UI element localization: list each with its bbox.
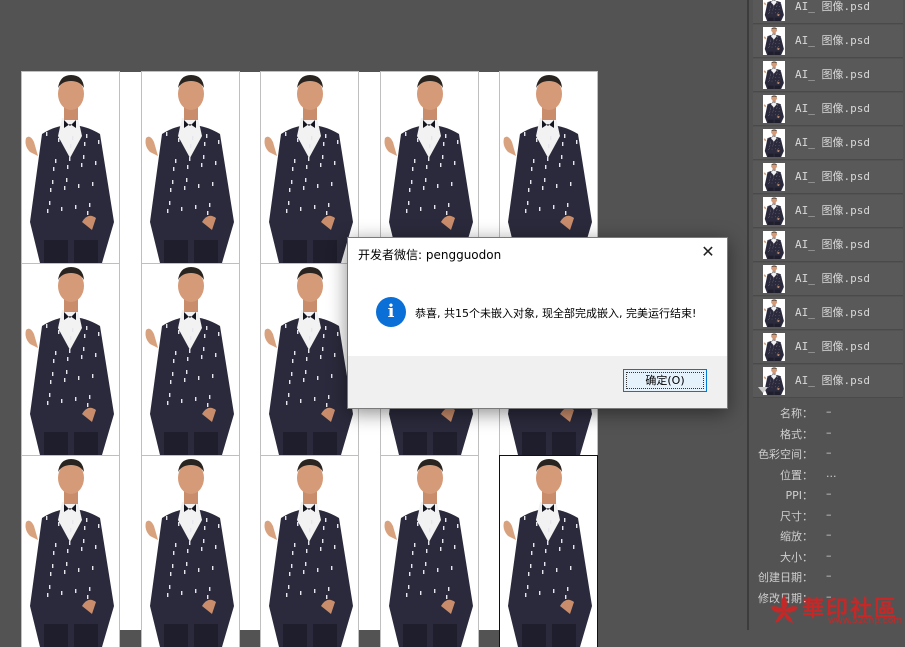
image-thumbnail[interactable] xyxy=(261,72,358,263)
image-thumbnail[interactable] xyxy=(22,264,119,455)
flower-logo-icon xyxy=(766,593,802,627)
info-value: – xyxy=(826,549,832,562)
layer-name: AI_ 图像.psd xyxy=(795,304,870,320)
image-thumbnail[interactable] xyxy=(500,72,597,263)
info-icon: i xyxy=(376,297,406,327)
info-key: 缩放： xyxy=(780,528,813,544)
info-value: – xyxy=(826,487,832,500)
info-row: 色彩空间：– xyxy=(750,443,905,464)
layer-name: AI_ 图像.psd xyxy=(795,236,870,252)
ok-button[interactable]: 确定(O) xyxy=(623,369,707,392)
info-key: PPI： xyxy=(785,487,813,503)
layer-list: AI_ 图像.psd AI_ 图像.psd AI_ 图像.psd AI_ 图像.psd… xyxy=(753,0,903,399)
layer-thumbnail xyxy=(763,27,785,55)
layer-thumbnail xyxy=(763,129,785,157)
layer-thumbnail xyxy=(763,95,785,123)
info-value: – xyxy=(826,508,832,521)
layer-name: AI_ 图像.psd xyxy=(795,66,870,82)
watermark-url: www.52cnp.com xyxy=(828,616,902,626)
layer-name: AI_ 图像.psd xyxy=(795,134,870,150)
info-row: 格式：– xyxy=(750,423,905,444)
layer-row[interactable]: AI_ 图像.psd xyxy=(753,263,903,296)
layer-row[interactable]: AI_ 图像.psd xyxy=(753,59,903,92)
layer-name: AI_ 图像.psd xyxy=(795,168,870,184)
layer-thumbnail xyxy=(763,299,785,327)
layer-name: AI_ 图像.psd xyxy=(795,0,870,14)
info-value: – xyxy=(826,426,832,439)
info-value: – xyxy=(826,528,832,541)
info-key: 格式： xyxy=(780,426,813,442)
layer-thumbnail xyxy=(763,61,785,89)
layer-row[interactable]: AI_ 图像.psd xyxy=(753,161,903,194)
image-thumbnail[interactable] xyxy=(142,72,239,263)
info-row: 名称：– xyxy=(750,402,905,423)
info-row: 大小：– xyxy=(750,546,905,567)
layer-name: AI_ 图像.psd xyxy=(795,372,870,388)
layer-name: AI_ 图像.psd xyxy=(795,100,870,116)
image-thumbnail[interactable] xyxy=(500,456,597,647)
message-dialog: 开发者微信: pengguodon ✕ i 恭喜, 共15个未嵌入对象, 现全部… xyxy=(347,237,728,409)
layer-thumbnail xyxy=(763,0,785,21)
properties-panel: 名称：–格式：–色彩空间：–位置：...PPI：–尺寸：–缩放：–大小：–创建日… xyxy=(750,402,905,607)
image-thumbnail[interactable] xyxy=(261,456,358,647)
layer-row[interactable]: AI_ 图像.psd xyxy=(753,195,903,228)
layer-thumbnail xyxy=(763,333,785,361)
image-thumbnail[interactable] xyxy=(22,456,119,647)
layer-name: AI_ 图像.psd xyxy=(795,338,870,354)
layer-row[interactable]: AI_ 图像.psd xyxy=(753,25,903,58)
layer-thumbnail xyxy=(763,163,785,191)
info-key: 位置： xyxy=(780,467,813,483)
layer-name: AI_ 图像.psd xyxy=(795,32,870,48)
image-thumbnail[interactable] xyxy=(22,72,119,263)
image-thumbnail[interactable] xyxy=(261,264,358,455)
image-thumbnail[interactable] xyxy=(142,456,239,647)
info-value: – xyxy=(826,446,832,459)
info-value: – xyxy=(826,569,832,582)
info-value: – xyxy=(826,405,832,418)
layer-row[interactable]: AI_ 图像.psd xyxy=(753,331,903,364)
image-thumbnail[interactable] xyxy=(142,264,239,455)
info-key: 创建日期： xyxy=(758,569,813,585)
info-row: 尺寸：– xyxy=(750,505,905,526)
image-thumbnail[interactable] xyxy=(381,72,478,263)
info-row: 缩放：– xyxy=(750,525,905,546)
dialog-message: 恭喜, 共15个未嵌入对象, 现全部完成嵌入, 完美运行结束! xyxy=(415,305,696,321)
info-value: ... xyxy=(826,467,837,480)
info-key: 大小： xyxy=(780,549,813,565)
dialog-footer: 确定(O) xyxy=(348,356,727,408)
info-row: PPI：– xyxy=(750,484,905,505)
layer-thumbnail xyxy=(763,231,785,259)
watermark: 華印社區 www.52cnp.com xyxy=(758,589,905,630)
layer-row[interactable]: AI_ 图像.psd xyxy=(753,127,903,160)
layer-thumbnail xyxy=(763,265,785,293)
layer-thumbnail xyxy=(763,197,785,225)
info-key: 尺寸： xyxy=(780,508,813,524)
dialog-title: 开发者微信: pengguodon xyxy=(358,246,501,263)
collapse-arrow-icon[interactable] xyxy=(758,387,768,393)
info-row: 位置：... xyxy=(750,464,905,485)
layer-row[interactable]: AI_ 图像.psd xyxy=(753,297,903,330)
layer-row[interactable]: AI_ 图像.psd xyxy=(753,229,903,262)
close-icon[interactable]: ✕ xyxy=(697,242,719,262)
image-thumbnail[interactable] xyxy=(381,456,478,647)
layer-name: AI_ 图像.psd xyxy=(795,270,870,286)
info-row: 创建日期：– xyxy=(750,566,905,587)
layer-row[interactable]: AI_ 图像.psd xyxy=(753,0,903,24)
info-key: 名称： xyxy=(780,405,813,421)
layer-row[interactable]: AI_ 图像.psd xyxy=(753,93,903,126)
layer-name: AI_ 图像.psd xyxy=(795,202,870,218)
info-key: 色彩空间： xyxy=(758,446,813,462)
layer-row[interactable]: AI_ 图像.psd xyxy=(753,365,903,398)
